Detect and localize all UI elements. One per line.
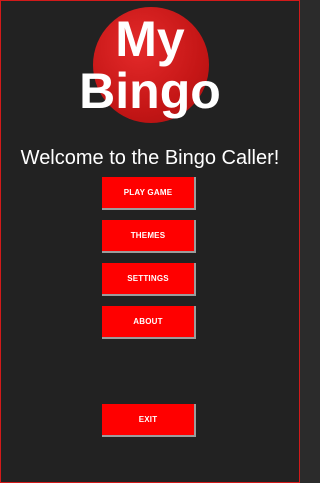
settings-button[interactable]: SETTINGS [102,263,196,296]
welcome-message: Welcome to the Bingo Caller! [20,147,280,169]
exit-button[interactable]: EXIT [102,404,196,437]
about-button[interactable]: ABOUT [102,306,196,339]
themes-button[interactable]: THEMES [102,220,196,253]
logo-title-line1: My [115,11,185,67]
play-game-button[interactable]: PLAY GAME [102,177,196,210]
main-menu-screen: My Bingo Welcome to the Bingo Caller! PL… [0,0,300,483]
logo-title-line2: Bingo [79,63,221,119]
